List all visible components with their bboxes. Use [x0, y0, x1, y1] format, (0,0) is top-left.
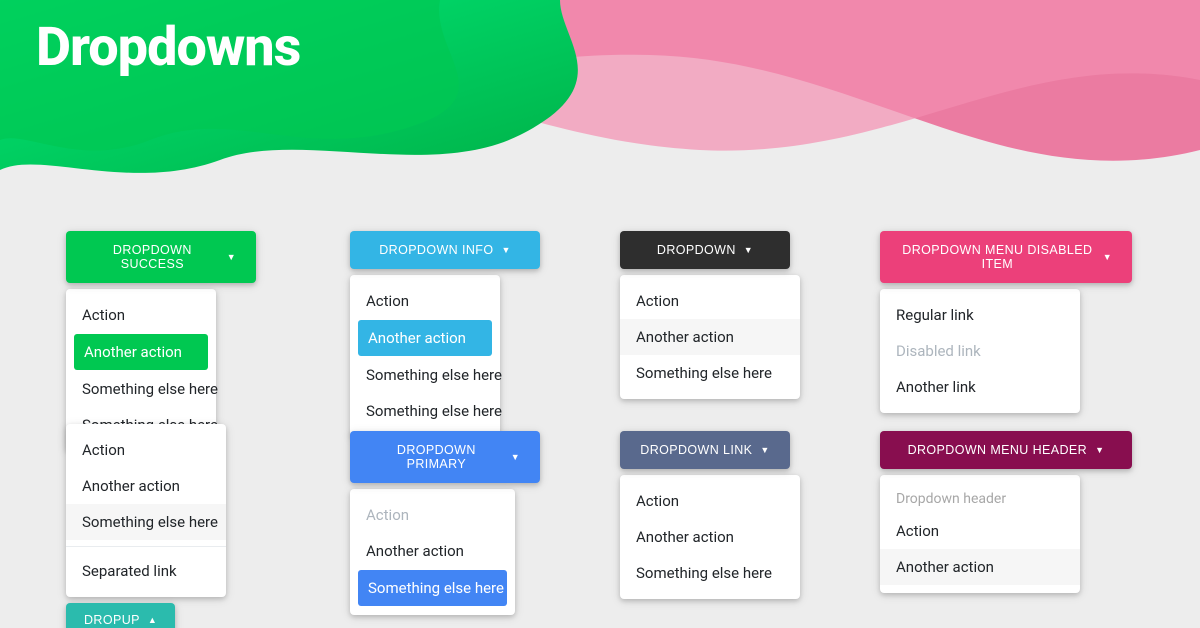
dropdown-dark-group: DROPDOWN ▼ Action Another action Somethi…: [620, 231, 800, 399]
menu-item[interactable]: Action: [620, 483, 800, 519]
button-label: DROPDOWN SUCCESS: [86, 243, 219, 271]
menu-item[interactable]: Something else here: [350, 393, 500, 429]
dropup-button[interactable]: DROPUP ▲: [66, 603, 175, 628]
caret-down-icon: ▼: [227, 253, 236, 262]
dropdown-disabled-menu: Regular link Disabled link Another link: [880, 289, 1080, 413]
button-label: DROPDOWN PRIMARY: [370, 443, 503, 471]
dropdown-info-group: DROPDOWN INFO ▼ Action Another action So…: [350, 231, 560, 437]
button-label: DROPDOWN MENU HEADER: [908, 443, 1088, 457]
caret-down-icon: ▼: [760, 446, 769, 455]
menu-item[interactable]: Separated link: [66, 553, 226, 589]
menu-item[interactable]: Action: [880, 513, 1080, 549]
button-label: DROPDOWN MENU DISABLED ITEM: [900, 243, 1095, 271]
dropdown-success-group: DROPDOWN SUCCESS ▼ Action Another action…: [66, 231, 276, 451]
caret-down-icon: ▼: [1103, 253, 1112, 262]
dropdown-link-menu: Action Another action Something else her…: [620, 475, 800, 599]
menu-item[interactable]: Another action: [66, 468, 226, 504]
menu-item[interactable]: Something else here: [66, 504, 226, 540]
menu-item-disabled: Action: [350, 497, 515, 533]
dropdown-header-group: DROPDOWN MENU HEADER ▼ Dropdown header A…: [880, 431, 1140, 593]
menu-item[interactable]: Another action: [620, 319, 800, 355]
menu-item[interactable]: Action: [66, 432, 226, 468]
button-label: DROPDOWN INFO: [379, 243, 493, 257]
caret-up-icon: ▲: [148, 616, 157, 625]
dropdown-success-button[interactable]: DROPDOWN SUCCESS ▼: [66, 231, 256, 283]
caret-down-icon: ▼: [511, 453, 520, 462]
menu-item-active[interactable]: Another action: [358, 320, 492, 356]
menu-item-active[interactable]: Something else here: [358, 570, 507, 606]
menu-item[interactable]: Another action: [350, 533, 515, 569]
menu-item-disabled: Disabled link: [880, 333, 1080, 369]
caret-down-icon: ▼: [501, 246, 510, 255]
dropdown-primary-group: DROPDOWN PRIMARY ▼ Action Another action…: [350, 431, 560, 615]
dropdown-info-menu: Action Another action Something else her…: [350, 275, 500, 437]
dropup-menu: Action Another action Something else her…: [66, 424, 226, 597]
menu-header: Dropdown header: [880, 483, 1080, 513]
dropdown-disabled-group: DROPDOWN MENU DISABLED ITEM ▼ Regular li…: [880, 231, 1140, 413]
dropup-group: Action Another action Something else her…: [66, 424, 236, 628]
menu-item[interactable]: Another action: [620, 519, 800, 555]
dropdown-primary-button[interactable]: DROPDOWN PRIMARY ▼: [350, 431, 540, 483]
menu-item[interactable]: Another action: [880, 549, 1080, 585]
dropdown-dark-button[interactable]: DROPDOWN ▼: [620, 231, 790, 269]
dropdown-link-group: DROPDOWN LINK ▼ Action Another action So…: [620, 431, 800, 599]
button-label: DROPUP: [84, 613, 140, 627]
menu-item[interactable]: Regular link: [880, 297, 1080, 333]
dropdown-info-button[interactable]: DROPDOWN INFO ▼: [350, 231, 540, 269]
menu-item[interactable]: Action: [66, 297, 216, 333]
dropdown-link-button[interactable]: DROPDOWN LINK ▼: [620, 431, 790, 469]
menu-item[interactable]: Action: [620, 283, 800, 319]
dropdown-dark-menu: Action Another action Something else her…: [620, 275, 800, 399]
menu-item[interactable]: Something else here: [66, 371, 216, 407]
menu-item[interactable]: Action: [350, 283, 500, 319]
menu-divider: [66, 546, 226, 547]
dropdown-header-menu: Dropdown header Action Another action: [880, 475, 1080, 593]
caret-down-icon: ▼: [1095, 446, 1104, 455]
dropdown-primary-menu: Action Another action Something else her…: [350, 489, 515, 615]
menu-item[interactable]: Another link: [880, 369, 1080, 405]
caret-down-icon: ▼: [744, 246, 753, 255]
menu-item[interactable]: Something else here: [620, 355, 800, 391]
button-label: DROPDOWN LINK: [640, 443, 752, 457]
menu-item[interactable]: Something else here: [350, 357, 500, 393]
dropdown-disabled-button[interactable]: DROPDOWN MENU DISABLED ITEM ▼: [880, 231, 1132, 283]
menu-item-active[interactable]: Another action: [74, 334, 208, 370]
dropdown-header-button[interactable]: DROPDOWN MENU HEADER ▼: [880, 431, 1132, 469]
menu-item[interactable]: Something else here: [620, 555, 800, 591]
button-label: DROPDOWN: [657, 243, 736, 257]
